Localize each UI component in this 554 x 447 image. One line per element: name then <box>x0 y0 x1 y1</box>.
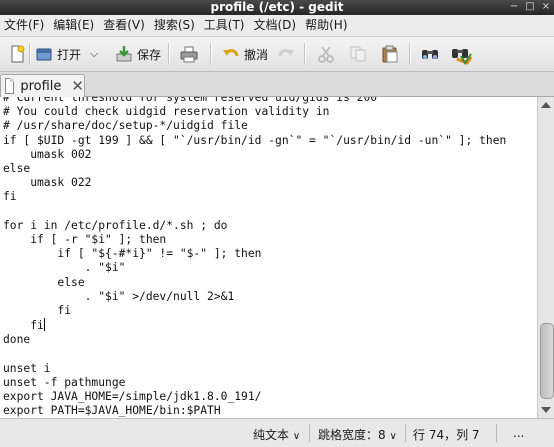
code-line[interactable] <box>3 205 506 219</box>
redo-icon <box>277 45 295 63</box>
code-line[interactable]: . "$i" >/dev/null 2>&1 <box>3 290 506 304</box>
code-line[interactable]: umask 022 <box>3 176 506 190</box>
code-line[interactable]: for i in /etc/profile.d/*.sh ; do <box>3 219 506 233</box>
text-editor[interactable]: # Current threshold for system reserved … <box>0 97 537 418</box>
code-line[interactable]: # /usr/share/doc/setup-*/uidgid file <box>3 119 506 133</box>
document-icon <box>5 78 15 94</box>
close-window-button[interactable]: × <box>540 1 552 13</box>
chevron-down-icon: ∨ <box>389 431 397 442</box>
open-recent-dropdown[interactable]: ⌵ <box>90 43 98 65</box>
editor-text[interactable]: # Current threshold for system reserved … <box>3 97 506 418</box>
window-controls: − □ × <box>508 0 552 15</box>
code-line[interactable] <box>3 348 506 362</box>
code-line[interactable]: unset -f pathmunge <box>3 376 506 390</box>
menu-view[interactable]: 查看(V) <box>98 15 149 36</box>
save-label: 保存 <box>137 47 162 62</box>
code-line[interactable]: umask 002 <box>3 148 506 162</box>
new-button[interactable] <box>8 43 26 65</box>
maximize-button[interactable]: □ <box>524 1 536 13</box>
scroll-down-icon[interactable] <box>541 407 551 413</box>
scrollbar-thumb[interactable] <box>540 323 554 399</box>
text-cursor <box>43 318 45 332</box>
vertical-scrollbar[interactable] <box>537 97 554 418</box>
save-button[interactable]: 保存 <box>115 43 161 65</box>
code-line[interactable]: fi <box>3 318 506 333</box>
undo-button[interactable]: 撤消 <box>222 43 268 65</box>
code-line[interactable]: . "$i" <box>3 261 506 275</box>
menu-documents[interactable]: 文档(D) <box>249 15 301 36</box>
toolbar-separator <box>29 43 31 65</box>
code-line[interactable]: if [ "${-#*i}" != "$-" ]; then <box>3 247 506 261</box>
undo-icon <box>222 45 240 63</box>
tab-label: profile <box>20 78 62 94</box>
menu-file[interactable]: 文件(F) <box>0 15 48 36</box>
tab-profile[interactable]: profile ✕ <box>0 74 85 97</box>
close-tab-icon[interactable]: ✕ <box>71 79 84 94</box>
print-button[interactable] <box>180 43 198 65</box>
toolbar-separator <box>304 43 306 65</box>
insert-mode: ... <box>513 426 525 440</box>
code-line[interactable]: export JAVA_HOME=/simple/jdk1.8.0_191/ <box>3 390 506 404</box>
status-bar: 纯文本 ∨ 跳格宽度：8 ∨ 行 74，列 7 ... <box>0 418 554 447</box>
code-line[interactable]: else <box>3 162 506 176</box>
print-icon <box>180 45 198 63</box>
code-line[interactable]: else <box>3 276 506 290</box>
code-line[interactable]: # Current threshold for system reserved … <box>3 97 506 105</box>
toolbar: 打开 ⌵ 保存 撤消 <box>0 37 554 72</box>
copy-icon <box>349 45 367 63</box>
find-button[interactable] <box>421 43 439 65</box>
code-line[interactable]: if [ $UID -gt 199 ] && [ "`/usr/bin/id -… <box>3 134 506 148</box>
scroll-up-icon[interactable] <box>541 102 551 108</box>
code-line[interactable]: if [ -r "$i" ]; then <box>3 233 506 247</box>
language-selector[interactable]: 纯文本 ∨ <box>253 426 300 443</box>
code-line[interactable]: unset i <box>3 362 506 376</box>
menu-tools[interactable]: 工具(T) <box>199 15 249 36</box>
minimize-button[interactable]: − <box>508 1 520 13</box>
cursor-position: 行 74，列 7 <box>413 428 480 442</box>
toolbar-separator <box>168 43 170 65</box>
status-separator <box>309 424 310 442</box>
tab-width-selector[interactable]: 跳格宽度：8 ∨ <box>318 426 397 443</box>
code-line[interactable]: export PATH=$JAVA_HOME/bin:$PATH <box>3 404 506 418</box>
code-line[interactable]: fi <box>3 190 506 204</box>
toolbar-separator <box>409 43 411 65</box>
tab-width-label: 跳格宽度： <box>318 428 379 442</box>
window-title: profile (/etc) - gedit <box>210 0 344 14</box>
new-document-icon <box>8 45 26 63</box>
code-line[interactable]: # You could check uidgid reservation val… <box>3 105 506 119</box>
tab-bar: profile ✕ <box>0 72 554 97</box>
toolbar-separator <box>210 43 212 65</box>
open-folder-icon <box>35 45 53 63</box>
language-label: 纯文本 <box>253 428 290 442</box>
code-line[interactable]: done <box>3 333 506 347</box>
cut-icon <box>317 45 335 63</box>
open-label: 打开 <box>57 47 82 62</box>
find-icon <box>421 45 439 63</box>
find-replace-icon <box>451 45 473 65</box>
status-separator <box>405 424 406 442</box>
undo-label: 撤消 <box>244 47 269 62</box>
menu-help[interactable]: 帮助(H) <box>300 15 351 36</box>
status-separator <box>496 424 497 442</box>
paste-button[interactable] <box>381 43 399 65</box>
chevron-down-icon: ⌵ <box>90 47 99 60</box>
tab-width-value: 8 <box>378 428 386 442</box>
cut-button[interactable] <box>317 43 335 65</box>
open-button[interactable]: 打开 <box>35 43 81 65</box>
menu-bar: 文件(F) 编辑(E) 查看(V) 搜索(S) 工具(T) 文档(D) 帮助(H… <box>0 15 554 37</box>
copy-button[interactable] <box>349 43 367 65</box>
redo-button[interactable] <box>277 43 295 65</box>
menu-edit[interactable]: 编辑(E) <box>48 15 98 36</box>
save-icon <box>115 45 133 63</box>
title-bar: profile (/etc) - gedit − □ × <box>0 0 554 15</box>
find-replace-button[interactable] <box>451 43 473 65</box>
chevron-down-icon: ∨ <box>292 431 301 442</box>
paste-icon <box>381 45 399 63</box>
menu-search[interactable]: 搜索(S) <box>149 15 199 36</box>
code-line[interactable]: fi <box>3 304 506 318</box>
